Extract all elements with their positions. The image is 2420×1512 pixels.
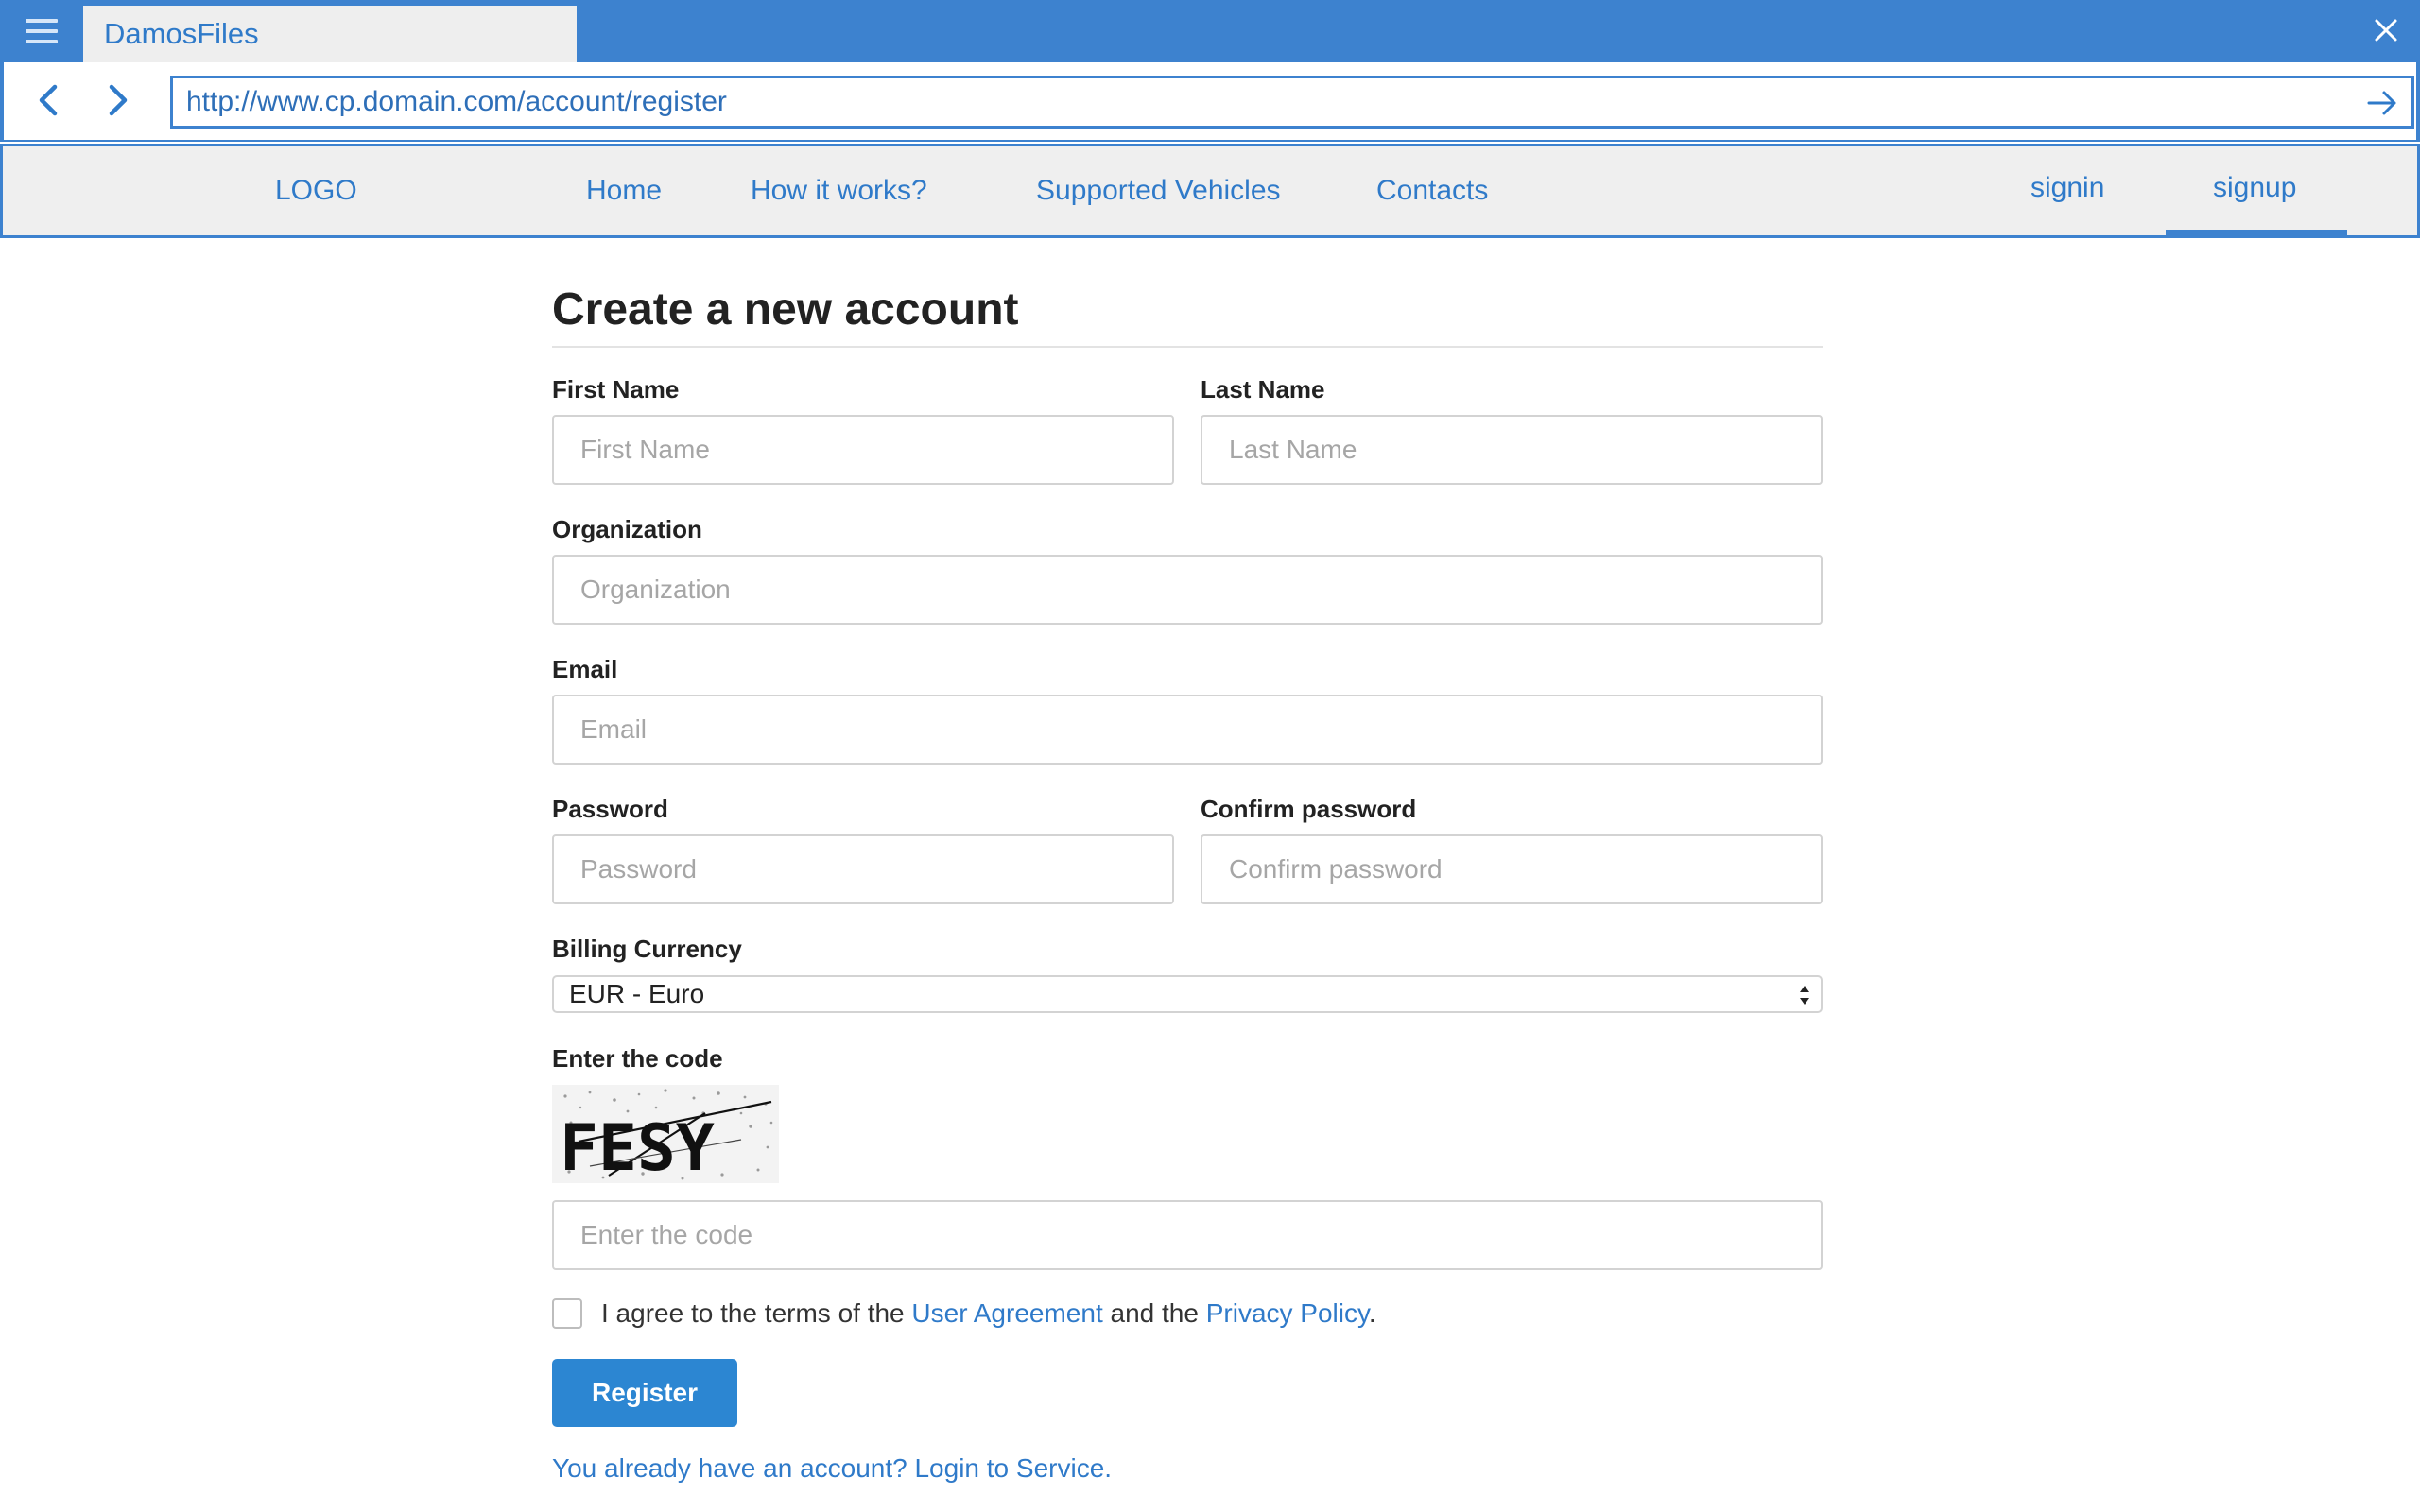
organization-input[interactable]: [552, 555, 1823, 625]
tab-title: DamosFiles: [104, 17, 259, 50]
nav-item-how-it-works[interactable]: How it works?: [751, 146, 927, 235]
captcha-code-text: FESY: [560, 1111, 715, 1183]
agree-checkbox[interactable]: [552, 1298, 582, 1329]
agree-middle: and the: [1102, 1298, 1206, 1328]
site-logo[interactable]: LOGO: [275, 146, 357, 235]
password-input[interactable]: [552, 834, 1174, 904]
captcha-graphic: FESY: [552, 1085, 779, 1183]
agree-prefix: I agree to the terms of the: [601, 1298, 912, 1328]
user-agreement-link[interactable]: User Agreement: [911, 1298, 1102, 1328]
nav-item-contacts[interactable]: Contacts: [1376, 146, 1488, 235]
first-name-label: First Name: [552, 375, 680, 404]
last-name-label: Last Name: [1201, 375, 1325, 404]
window-titlebar: DamosFiles: [0, 0, 2420, 62]
title-divider: [552, 346, 1823, 348]
password-label: Password: [552, 795, 668, 823]
billing-currency-label: Billing Currency: [552, 935, 742, 963]
last-name-input[interactable]: [1201, 415, 1823, 485]
hamburger-menu-icon[interactable]: [0, 0, 83, 62]
agree-text: I agree to the terms of the User Agreeme…: [601, 1298, 1376, 1329]
nav-item-signup[interactable]: signup: [2213, 144, 2296, 232]
organization-label: Organization: [552, 515, 702, 543]
email-label: Email: [552, 655, 618, 683]
nav-item-signin[interactable]: signin: [2031, 144, 2104, 232]
site-navbar: LOGO Home How it works? Supported Vehicl…: [0, 144, 2420, 238]
captcha-image: FESY: [552, 1085, 779, 1183]
browser-toolbar-inner: http://www.cp.domain.com/account/registe…: [4, 62, 2416, 140]
browser-tab[interactable]: DamosFiles: [83, 6, 577, 62]
login-link[interactable]: You already have an account? Login to Se…: [552, 1453, 1112, 1484]
page-title: Create a new account: [552, 284, 1019, 335]
address-bar[interactable]: http://www.cp.domain.com/account/registe…: [170, 76, 2414, 129]
back-arrow-icon[interactable]: [28, 79, 70, 121]
billing-currency-selected: EUR - Euro: [569, 979, 705, 1008]
go-arrow-icon[interactable]: [2366, 87, 2398, 119]
first-name-input[interactable]: [552, 415, 1174, 485]
privacy-policy-link[interactable]: Privacy Policy: [1206, 1298, 1369, 1328]
browser-toolbar: http://www.cp.domain.com/account/registe…: [0, 62, 2420, 142]
nav-item-home[interactable]: Home: [586, 146, 662, 235]
active-tab-indicator: [2166, 230, 2347, 235]
close-icon[interactable]: [2365, 9, 2407, 51]
confirm-password-label: Confirm password: [1201, 795, 1417, 823]
register-button[interactable]: Register: [552, 1359, 737, 1427]
captcha-input[interactable]: [552, 1200, 1823, 1270]
confirm-password-input[interactable]: [1201, 834, 1823, 904]
select-arrows-icon: [1800, 986, 1809, 1005]
nav-item-supported-vehicles[interactable]: Supported Vehicles: [1036, 146, 1281, 235]
register-form: Create a new account: [552, 274, 1823, 348]
agree-suffix: .: [1368, 1298, 1376, 1328]
forward-arrow-icon[interactable]: [96, 79, 138, 121]
address-bar-url: http://www.cp.domain.com/account/registe…: [186, 86, 727, 117]
billing-currency-select[interactable]: EUR - Euro: [552, 975, 1823, 1013]
email-input[interactable]: [552, 695, 1823, 765]
captcha-label: Enter the code: [552, 1044, 723, 1073]
